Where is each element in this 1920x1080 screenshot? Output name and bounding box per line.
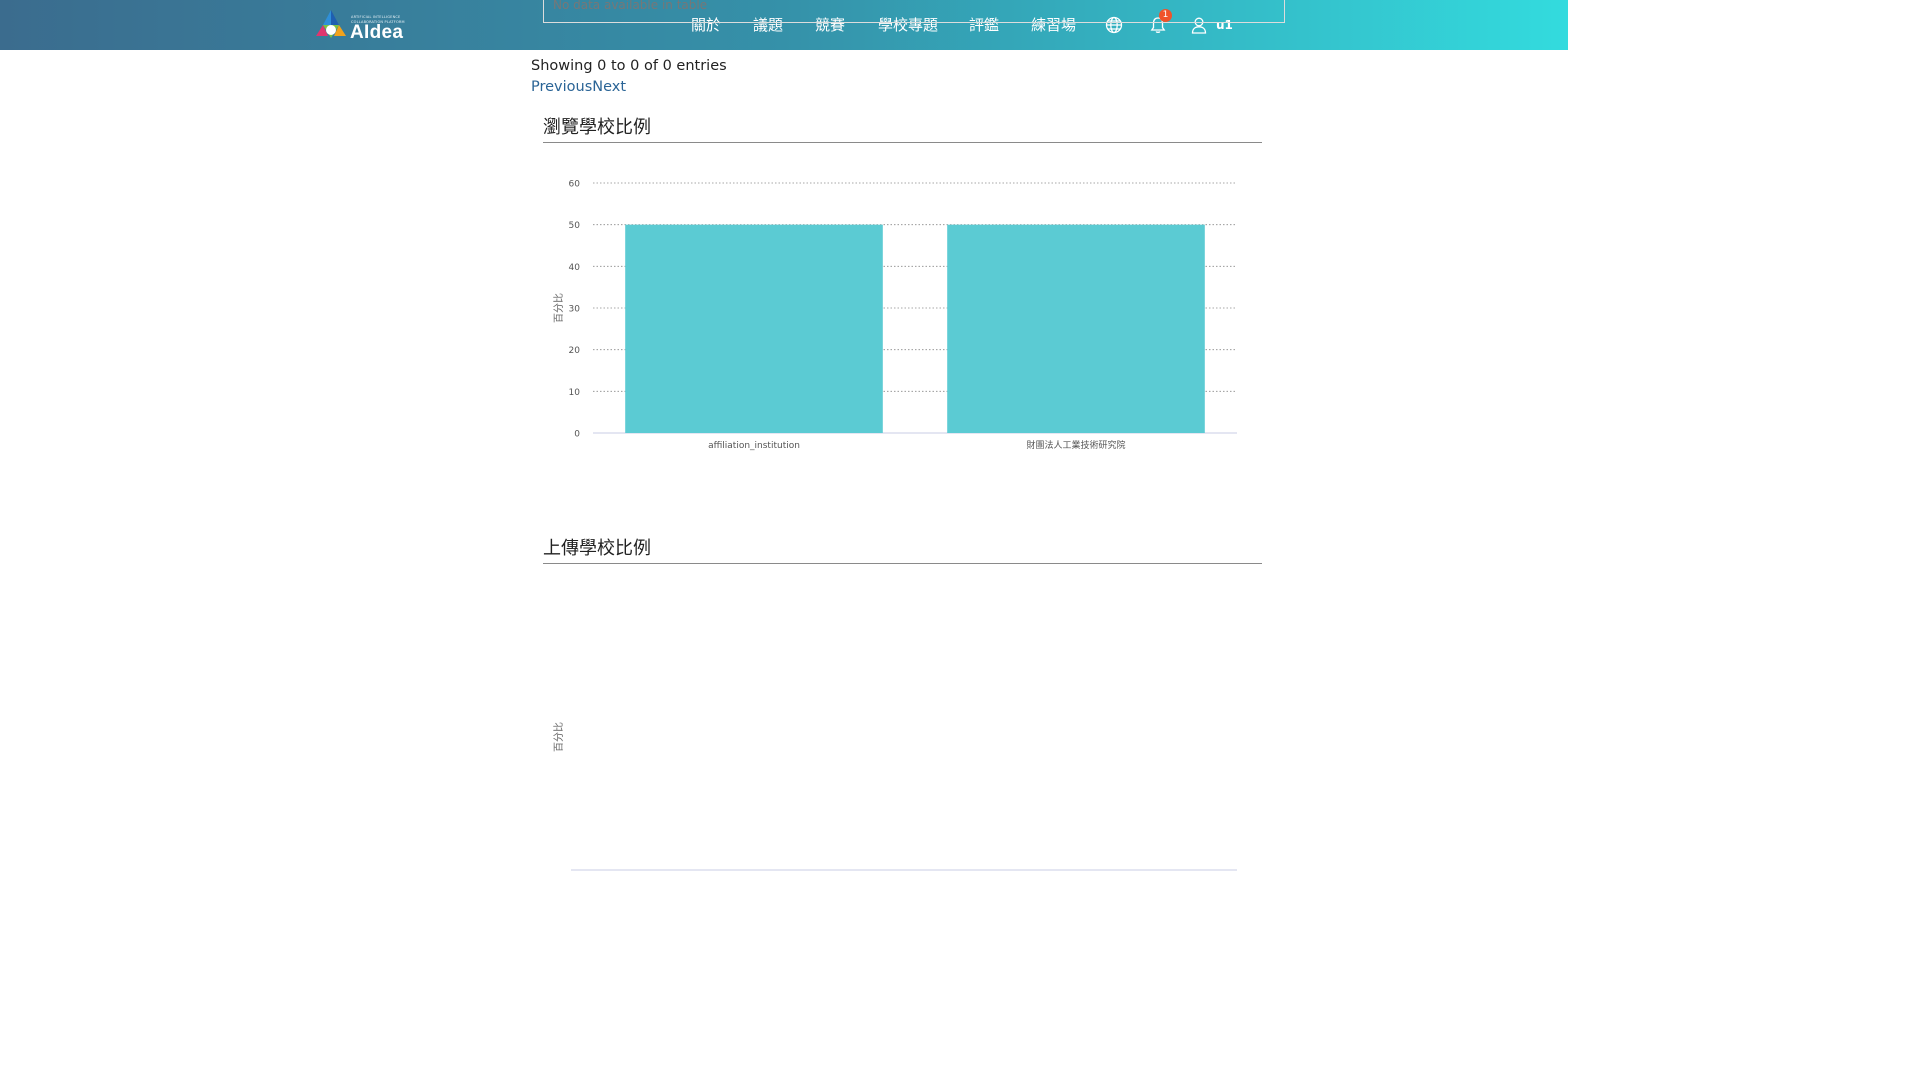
y-tick-label: 10 — [569, 388, 581, 398]
logo-mark-icon — [316, 10, 346, 38]
aidea-logo[interactable]: ARTIFICIAL INTELLIGENCE COLLABORATION PL… — [314, 8, 414, 43]
bar — [625, 224, 883, 433]
y-tick-label: 50 — [569, 221, 581, 231]
section-divider — [543, 142, 1262, 143]
upload-ratio-chart: 百分比 — [553, 722, 1237, 871]
upload-section-title: 上傳學校比例 — [543, 538, 651, 559]
x-tick-label: 財團法人工業技術研究院 — [1026, 439, 1125, 451]
bar — [947, 224, 1205, 433]
y-tick-label: 60 — [569, 180, 581, 190]
table-info: Showing 0 to 0 of 0 entries — [531, 58, 727, 74]
pagination: PreviousNext — [531, 79, 626, 95]
browse-section-title: 瀏覽學校比例 — [543, 117, 651, 138]
previous-page-link[interactable]: Previous — [531, 79, 592, 95]
browse-ratio-chart: 0 10 20 30 40 50 60 affiliation_institution 財團法人… — [553, 180, 1237, 451]
y-tick-label: 0 — [574, 430, 580, 440]
logo-tagline-1: ARTIFICIAL INTELLIGENCE — [351, 15, 401, 19]
section-divider — [543, 563, 1262, 564]
logo-brand-text: AIdea — [350, 22, 404, 43]
next-page-link[interactable]: Next — [592, 79, 626, 95]
y-tick-label: 20 — [569, 346, 581, 356]
y-tick-label: 40 — [569, 263, 581, 273]
y-axis-label: 百分比 — [553, 293, 565, 323]
y-tick-label: 30 — [569, 305, 581, 315]
x-tick-label: affiliation_institution — [708, 441, 800, 451]
table-empty-message: No data available in table — [553, 0, 708, 12]
y-axis-label: 百分比 — [553, 722, 565, 752]
